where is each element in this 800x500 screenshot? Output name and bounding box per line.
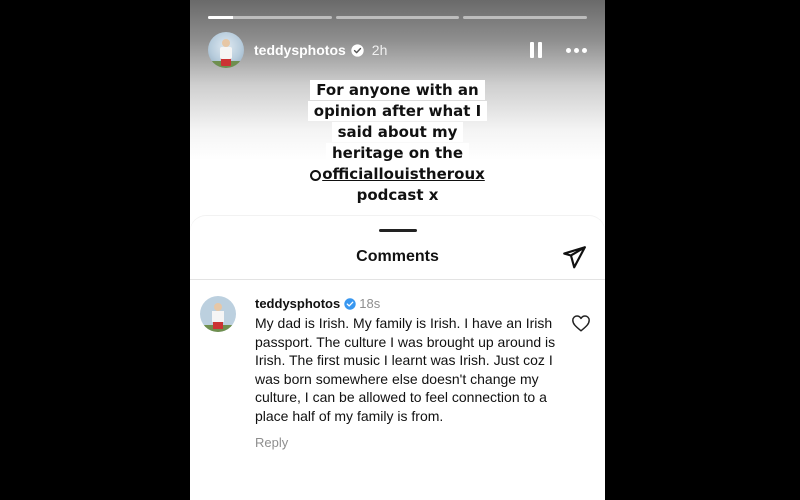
story-caption: For anyone with an opinion after what I … [190,80,605,206]
avatar[interactable] [208,32,244,68]
comments-sheet: Comments teddysphotos 18s My dad is Iris… [190,216,605,500]
mention-link[interactable]: officiallouistheroux [190,164,605,185]
story-timestamp: 2h [371,42,388,58]
caption-line: For anyone with an [190,80,605,101]
reply-button[interactable]: Reply [255,435,558,450]
caption-line: said about my [190,122,605,143]
verified-badge-icon [351,43,364,57]
drag-handle[interactable] [378,229,417,232]
story-header: teddysphotos 2h [208,32,587,68]
progress-segment [208,16,332,19]
threads-at-icon [310,170,322,181]
caption-line: heritage on the [190,143,605,164]
story-username[interactable]: teddysphotos [254,42,346,58]
progress-segment [463,16,588,19]
story-viewer: teddysphotos 2h For anyone with an opini… [190,0,605,500]
send-icon[interactable] [561,244,587,270]
divider [190,279,605,280]
verified-badge-icon [344,298,356,310]
pause-icon[interactable] [530,42,544,58]
story-progress-bar [208,16,588,19]
story-content[interactable]: teddysphotos 2h For anyone with an opini… [190,0,605,222]
caption-line: opinion after what I [190,101,605,122]
progress-segment [335,16,460,19]
avatar[interactable] [200,296,236,332]
more-options-icon[interactable] [566,47,587,53]
comment-timestamp: 18s [359,296,381,311]
comment-text: My dad is Irish. My family is Irish. I h… [255,315,556,424]
comment-username[interactable]: teddysphotos [255,296,340,311]
caption-line: podcast x [190,185,605,206]
heart-icon[interactable] [571,314,591,332]
comments-title: Comments [356,248,439,265]
